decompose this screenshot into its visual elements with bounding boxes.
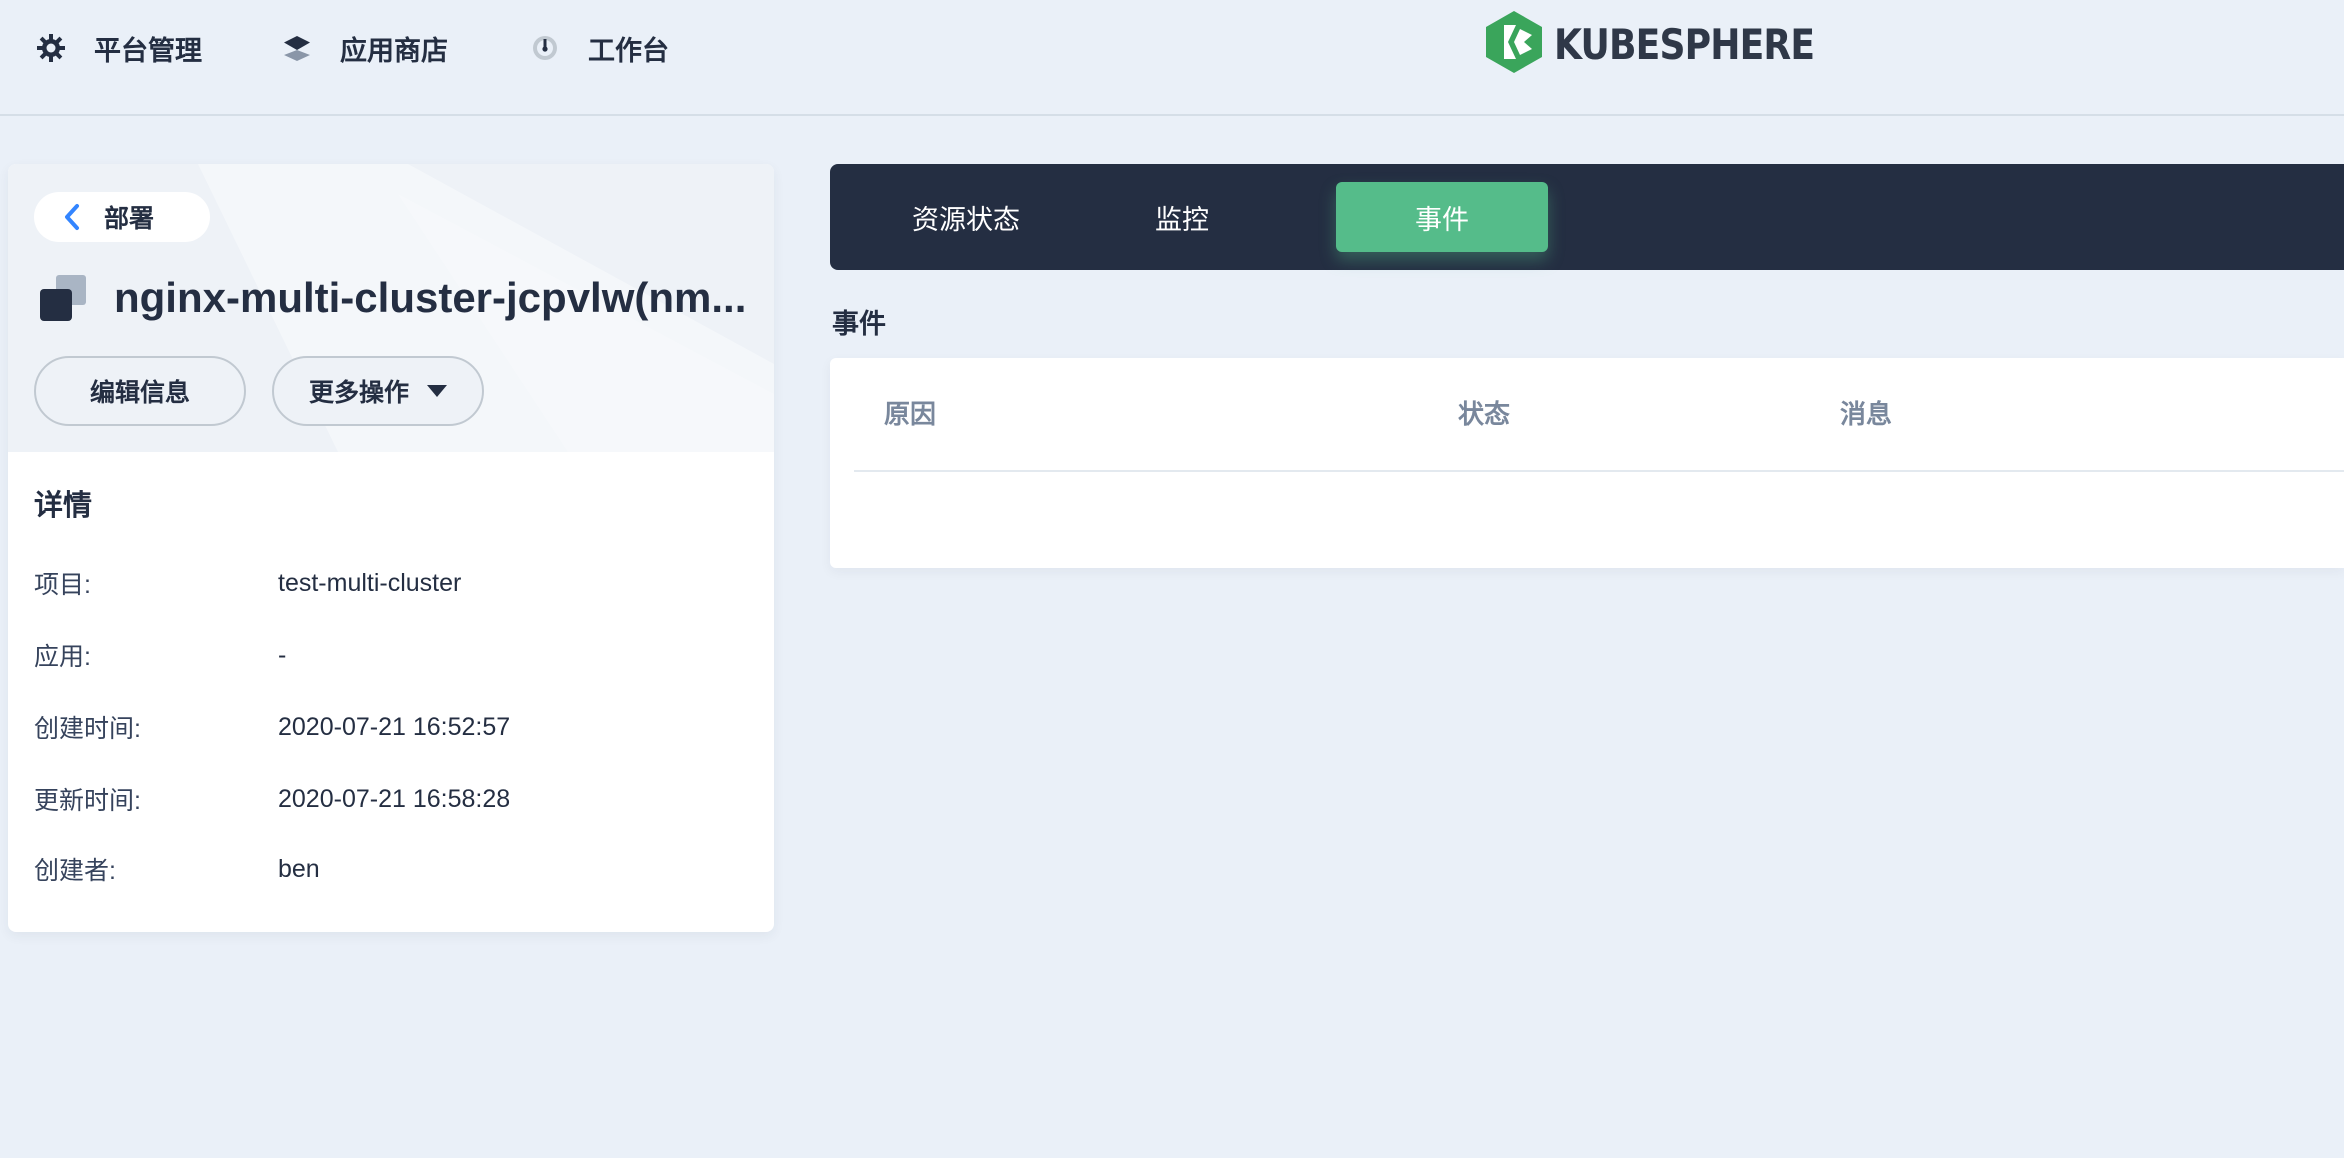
table-header-divider — [854, 470, 2344, 472]
nav-item-label: 应用商店 — [340, 35, 448, 66]
detail-value: - — [278, 640, 287, 669]
detail-value: test-multi-cluster — [278, 568, 462, 597]
deployment-icon — [38, 273, 88, 323]
detail-key: 创建者: — [34, 857, 116, 885]
details-title: 详情 — [34, 490, 93, 522]
tab-label: 事件 — [1415, 204, 1469, 235]
tab-monitoring[interactable]: 监控 — [1112, 182, 1252, 252]
detail-row-created-time: 创建时间: 2020-07-21 16:52:57 — [34, 710, 510, 744]
more-actions-label: 更多操作 — [308, 379, 409, 407]
nav-item-app-store[interactable]: 应用商店 — [280, 28, 448, 68]
kubesphere-logo[interactable]: KUBESPHERE — [1486, 10, 1857, 78]
tab-label: 资源状态 — [912, 204, 1020, 235]
detail-value: 2020-07-21 16:58:28 — [278, 784, 511, 813]
dashboard-icon — [528, 31, 562, 65]
more-actions-button[interactable]: 更多操作 — [272, 356, 484, 426]
detail-row-updated-time: 更新时间: 2020-07-21 16:58:28 — [34, 782, 510, 816]
detail-value: ben — [278, 854, 320, 883]
detail-value: 2020-07-21 16:52:57 — [278, 712, 511, 741]
nav-item-label: 工作台 — [588, 35, 669, 66]
tab-label: 监控 — [1155, 204, 1209, 235]
layers-icon — [280, 31, 314, 65]
resource-detail-card: 部署 nginx-multi-cluster-jcpvlw(nm... 编辑信息… — [8, 164, 774, 932]
tab-resource-status[interactable]: 资源状态 — [886, 182, 1046, 252]
nav-item-platform[interactable]: 平台管理 — [34, 28, 202, 68]
edit-info-label: 编辑信息 — [89, 379, 190, 407]
caret-down-icon — [427, 385, 447, 397]
tab-events[interactable]: 事件 — [1336, 182, 1548, 252]
logo-wordmark: KUBESPHERE — [1554, 19, 1815, 69]
events-table: 原因 状态 消息 — [830, 358, 2344, 568]
tab-bar: 资源状态 监控 事件 — [830, 164, 2344, 270]
detail-key: 创建时间: — [34, 715, 141, 743]
detail-key: 项目: — [34, 571, 91, 599]
resource-header: 部署 nginx-multi-cluster-jcpvlw(nm... 编辑信息… — [8, 164, 774, 452]
detail-row-project: 项目: test-multi-cluster — [34, 566, 461, 600]
column-header-reason[interactable]: 原因 — [884, 394, 936, 431]
detail-row-creator: 创建者: ben — [34, 852, 320, 886]
top-navigation: 平台管理 应用商店 工作台 KUBESPHERE — [0, 0, 2344, 116]
kubesphere-logo-icon — [1486, 10, 1542, 78]
detail-row-app: 应用: - — [34, 638, 286, 672]
back-button-label: 部署 — [104, 205, 155, 233]
column-header-status[interactable]: 状态 — [1458, 394, 1510, 431]
chevron-left-icon — [64, 202, 86, 232]
back-button[interactable]: 部署 — [34, 192, 210, 242]
edit-info-button[interactable]: 编辑信息 — [34, 356, 246, 426]
events-section-title: 事件 — [832, 309, 886, 339]
resource-title: nginx-multi-cluster-jcpvlw(nm... — [38, 268, 760, 328]
detail-key: 更新时间: — [34, 787, 141, 815]
nav-item-label: 平台管理 — [94, 35, 202, 66]
gear-icon — [34, 31, 68, 65]
resource-name: nginx-multi-cluster-jcpvlw(nm... — [114, 274, 747, 321]
nav-item-workbench[interactable]: 工作台 — [528, 28, 669, 68]
detail-key: 应用: — [34, 643, 91, 671]
column-header-message[interactable]: 消息 — [1840, 394, 1892, 431]
